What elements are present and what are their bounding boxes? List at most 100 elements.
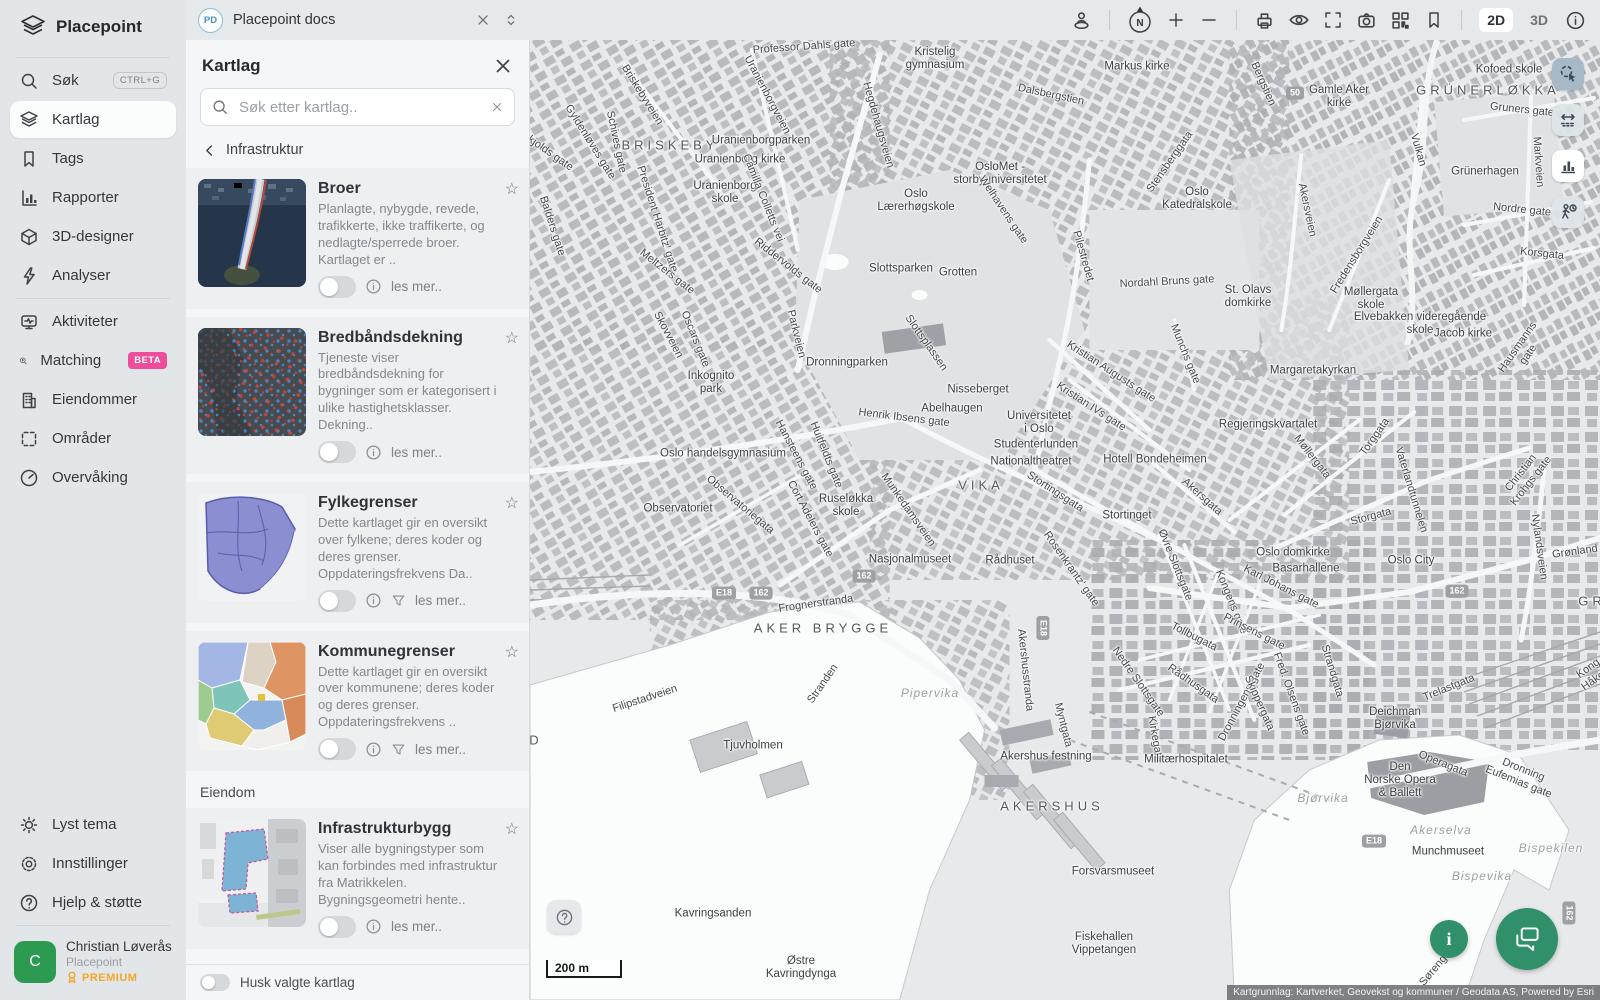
sidebar-item-label: Hjelp & støtte <box>52 894 142 911</box>
map-canvas[interactable]: Professor Dahls gateKristelig gymnasiumM… <box>530 40 1600 1000</box>
sidebar-item-analyser[interactable]: Analyser <box>10 257 176 294</box>
bookmark-icon[interactable] <box>1424 10 1444 30</box>
sidebar-item-kartlag[interactable]: Kartlag <box>10 101 176 138</box>
les-mer-link[interactable]: les mer.. <box>391 919 442 934</box>
layer-toggle[interactable] <box>318 590 356 612</box>
sidebar-item-label: Overvåking <box>52 469 128 486</box>
layer-card-infrastrukturbygg[interactable]: Infrastrukturbygg ☆ Viser alle bygningst… <box>186 808 529 949</box>
layer-info-icon[interactable] <box>365 918 382 935</box>
clear-search-icon[interactable] <box>490 100 504 114</box>
document-switcher[interactable]: PD Placepoint docs <box>198 8 520 33</box>
layer-card-fylkegrenser[interactable]: Fylkegrenser ☆ Dette kartlaget gir en ov… <box>186 482 529 623</box>
kartlag-panel: Kartlag Infrastruktur <box>186 40 530 1000</box>
sidebar-item-matching[interactable]: Matching BETA <box>10 342 176 379</box>
map-help-button[interactable] <box>547 900 581 934</box>
layer-toggle[interactable] <box>318 276 356 298</box>
layer-info-icon[interactable] <box>365 741 382 758</box>
layer-info-icon[interactable] <box>365 444 382 461</box>
sidebar-item-hjelp[interactable]: Hjelp & støtte <box>10 884 176 921</box>
layer-thumbnail <box>198 819 306 927</box>
zoom-in-icon[interactable] <box>1166 10 1186 30</box>
map-basemap <box>530 40 1600 1000</box>
sidebar-item-label: Rapporter <box>52 189 119 206</box>
chat-fab-button[interactable] <box>1496 908 1558 970</box>
pegman-location-icon[interactable] <box>1071 10 1092 31</box>
qr-code-icon[interactable] <box>1390 10 1411 31</box>
placepoint-logo-icon <box>20 14 46 40</box>
info-fab-button[interactable]: i <box>1430 920 1468 958</box>
layer-search[interactable] <box>200 88 515 126</box>
les-mer-link[interactable]: les mer.. <box>391 445 442 460</box>
close-icon[interactable] <box>474 11 492 29</box>
sidebar-item-innstillinger[interactable]: Innstillinger <box>10 845 176 882</box>
match-search-icon <box>19 351 27 371</box>
favorite-star-icon[interactable]: ☆ <box>505 819 519 839</box>
info-icon[interactable] <box>1565 10 1586 31</box>
measure-tool-button[interactable] <box>1552 104 1584 136</box>
medal-icon <box>66 971 78 984</box>
sidebar-item-sok[interactable]: Søk CTRL+G <box>10 62 176 99</box>
layer-description: Dette kartlaget gir en oversikt over kom… <box>318 664 499 732</box>
layer-info-icon[interactable] <box>365 278 382 295</box>
layer-card-broer[interactable]: Broer ☆ Planlagte, nybygde, revede, traf… <box>186 168 529 309</box>
remember-layers-toggle[interactable] <box>200 974 230 991</box>
layer-info-icon[interactable] <box>365 592 382 609</box>
divider <box>1236 10 1237 30</box>
building-icon <box>19 390 39 410</box>
mode-2d-button[interactable]: 2D <box>1479 8 1513 32</box>
map-tool-stack <box>1552 58 1584 228</box>
shortcut-badge: CTRL+G <box>113 72 167 89</box>
sidebar-item-omrader[interactable]: Områder <box>10 420 176 457</box>
layer-list[interactable]: Broer ☆ Planlagte, nybygde, revede, traf… <box>186 168 529 1000</box>
travel-time-tool-button[interactable] <box>1552 196 1584 228</box>
favorite-star-icon[interactable]: ☆ <box>505 179 519 199</box>
mode-3d-button[interactable]: 3D <box>1526 8 1552 32</box>
zoom-out-icon[interactable] <box>1199 10 1219 30</box>
walk-time-icon <box>1558 202 1578 222</box>
layer-search-input[interactable] <box>237 98 482 117</box>
fullscreen-icon[interactable] <box>1323 10 1343 30</box>
layer-toggle[interactable] <box>318 441 356 463</box>
topbar: PD Placepoint docs N <box>186 0 1600 40</box>
compass-icon[interactable]: N <box>1127 6 1153 34</box>
filter-funnel-icon[interactable] <box>391 742 406 757</box>
sidebar-item-lyst-tema[interactable]: Lyst tema <box>10 806 176 843</box>
search-icon <box>211 98 229 116</box>
sidebar-item-overvaking[interactable]: Overvåking <box>10 459 176 496</box>
layer-description: Viser alle bygningstyper som kan forbind… <box>318 841 499 909</box>
sidebar-spacer <box>0 497 186 805</box>
print-icon[interactable] <box>1254 10 1275 31</box>
les-mer-link[interactable]: les mer.. <box>415 742 466 757</box>
layer-card-kommunegrenser[interactable]: Kommunegrenser ☆ Dette kartlaget gir en … <box>186 631 529 772</box>
sidebar-item-3d-designer[interactable]: 3D-designer <box>10 218 176 255</box>
breadcrumb[interactable]: Infrastruktur <box>186 136 529 168</box>
select-tool-button[interactable] <box>1552 58 1584 90</box>
favorite-star-icon[interactable]: ☆ <box>505 642 519 662</box>
layer-toggle[interactable] <box>318 916 356 938</box>
sidebar-item-eiendommer[interactable]: Eiendommer <box>10 381 176 418</box>
les-mer-link[interactable]: les mer.. <box>415 593 466 608</box>
layer-toggle[interactable] <box>318 738 356 760</box>
sidebar-item-aktiviteter[interactable]: Aktiviteter <box>10 303 176 340</box>
layer-thumbnail <box>198 179 306 287</box>
chart-tool-button[interactable] <box>1552 150 1584 182</box>
sidebar-item-rapporter[interactable]: Rapporter <box>10 179 176 216</box>
user-card[interactable]: C Christian Løverås Placepoint PREMIUM <box>0 929 186 1000</box>
les-mer-link[interactable]: les mer.. <box>391 279 442 294</box>
doc-avatar: PD <box>198 8 223 33</box>
doc-switch-chevrons-icon[interactable] <box>502 11 520 29</box>
favorite-star-icon[interactable]: ☆ <box>505 493 519 513</box>
eye-icon[interactable] <box>1288 9 1310 31</box>
content-row: Kartlag Infrastruktur <box>186 40 1600 1000</box>
favorite-star-icon[interactable]: ☆ <box>505 328 519 348</box>
user-org: Placepoint <box>66 955 172 969</box>
sidebar-item-tags[interactable]: Tags <box>10 140 176 177</box>
section-heading-eiendom: Eiendom <box>200 784 515 800</box>
camera-icon[interactable] <box>1356 10 1377 31</box>
filter-funnel-icon[interactable] <box>391 593 406 608</box>
layer-card-bredbandsdekning[interactable]: Bredbåndsdekning ☆ Tjeneste viser bredbå… <box>186 317 529 474</box>
activity-icon <box>19 312 39 332</box>
remember-layers-label: Husk valgte kartlag <box>240 975 355 990</box>
sidebar-item-label: Analyser <box>52 267 110 284</box>
panel-close-icon[interactable] <box>493 56 513 76</box>
